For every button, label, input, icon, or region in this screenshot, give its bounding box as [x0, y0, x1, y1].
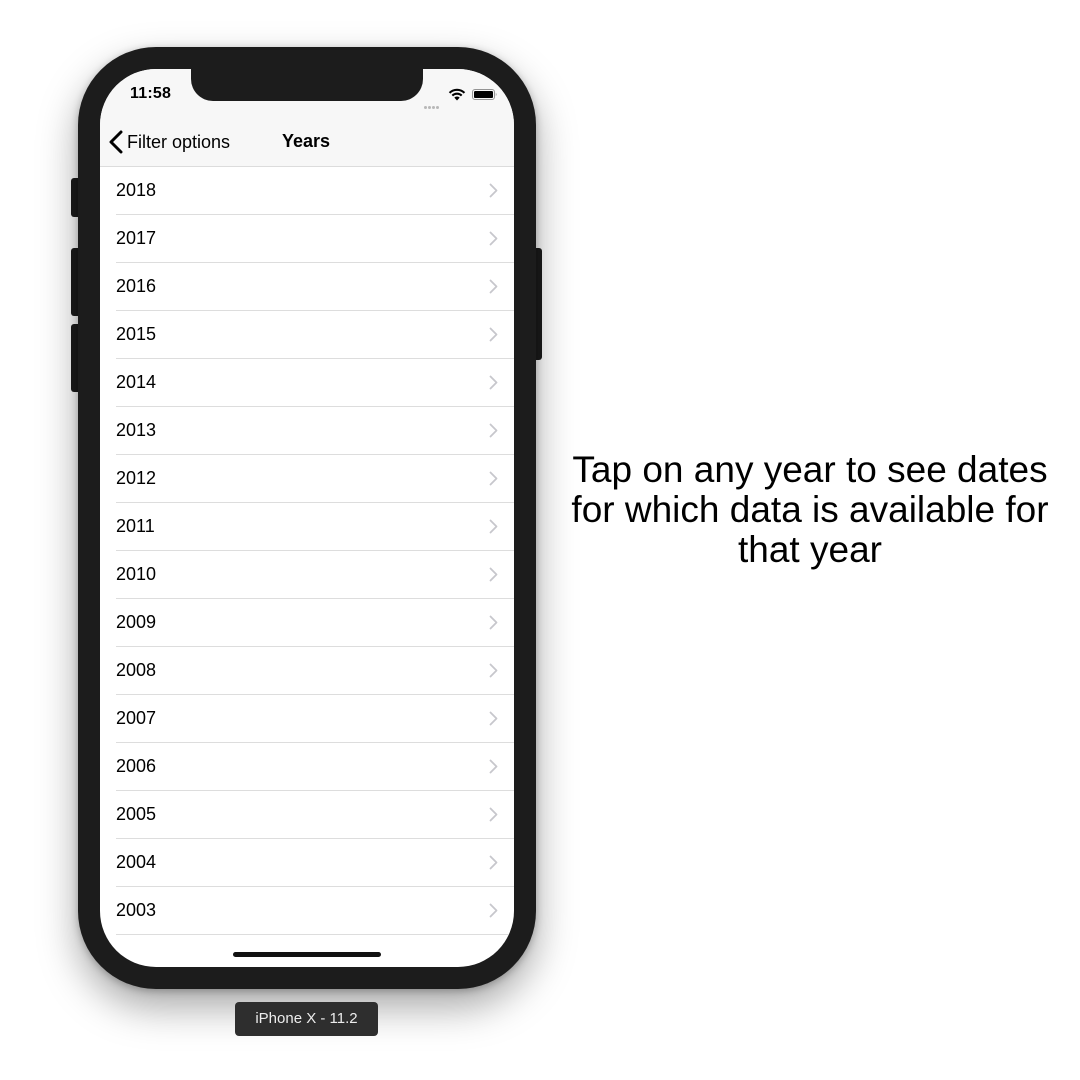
- signal-dots-icon: [424, 96, 444, 109]
- year-row-2004[interactable]: 2004: [116, 839, 514, 887]
- chevron-right-icon: [489, 231, 498, 246]
- battery-icon: [472, 89, 497, 100]
- year-label: 2005: [116, 804, 157, 824]
- chevron-right-icon: [489, 183, 498, 198]
- chevron-right-icon: [489, 711, 498, 726]
- chevron-right-icon: [489, 663, 498, 678]
- chevron-right-icon: [489, 423, 498, 438]
- year-row-2014[interactable]: 2014: [116, 359, 514, 407]
- year-row-2018[interactable]: 2018: [116, 167, 514, 215]
- year-label: 2007: [116, 708, 157, 728]
- year-label: 2010: [116, 564, 157, 584]
- year-label: 2009: [116, 612, 157, 632]
- year-row-2006[interactable]: 2006: [116, 743, 514, 791]
- page-title-text: Years: [281, 131, 331, 151]
- phone-screen: 11:58 Filter options Years 2018 2017 201…: [100, 69, 514, 967]
- chevron-right-icon: [489, 807, 498, 822]
- chevron-right-icon: [489, 375, 498, 390]
- chevron-right-icon: [489, 567, 498, 582]
- wifi-icon: [448, 88, 466, 101]
- year-label: 2011: [116, 516, 155, 536]
- home-indicator[interactable]: [233, 952, 381, 957]
- year-label: 2018: [116, 180, 157, 200]
- year-row-2012[interactable]: 2012: [116, 455, 514, 503]
- year-row-2008[interactable]: 2008: [116, 647, 514, 695]
- year-label: 2003: [116, 900, 157, 920]
- year-label: 2013: [116, 420, 157, 440]
- page-title: Years: [100, 131, 514, 152]
- status-bar: 11:58: [100, 69, 514, 119]
- year-row-2005[interactable]: 2005: [116, 791, 514, 839]
- status-time: 11:58: [130, 85, 172, 102]
- caption-line: for which data is available for: [571, 489, 1049, 530]
- chevron-right-icon: [489, 519, 498, 534]
- year-label: 2017: [116, 228, 157, 248]
- year-row-2009[interactable]: 2009: [116, 599, 514, 647]
- year-label: 2004: [116, 852, 157, 872]
- caption-text: Tap on any year to see dates for which d…: [540, 450, 1080, 570]
- chevron-right-icon: [489, 759, 498, 774]
- chevron-right-icon: [489, 327, 498, 342]
- year-row-2016[interactable]: 2016: [116, 263, 514, 311]
- chevron-right-icon: [489, 615, 498, 630]
- year-label: 2015: [116, 324, 157, 344]
- navigation-bar: Filter options Years: [100, 119, 514, 167]
- year-label: 2014: [116, 372, 157, 392]
- year-label: 2016: [116, 276, 157, 296]
- year-row-2010[interactable]: 2010: [116, 551, 514, 599]
- year-label: 2012: [116, 468, 157, 488]
- chevron-right-icon: [489, 903, 498, 918]
- notch: [191, 69, 423, 101]
- year-label: 2006: [116, 756, 157, 776]
- chevron-right-icon: [489, 855, 498, 870]
- chevron-right-icon: [489, 279, 498, 294]
- year-row-2007[interactable]: 2007: [116, 695, 514, 743]
- chevron-right-icon: [489, 471, 498, 486]
- year-list: 2018 2017 2016 2015 2014 2013 2012 2011 …: [100, 167, 514, 935]
- device-label: iPhone X - 11.2: [235, 1002, 378, 1036]
- year-row-2015[interactable]: 2015: [116, 311, 514, 359]
- caption-line: Tap on any year to see dates: [572, 449, 1048, 490]
- stage: 11:58 Filter options Years 2018 2017 201…: [0, 0, 1080, 1080]
- caption-line: that year: [738, 529, 882, 570]
- year-row-2011[interactable]: 2011: [116, 503, 514, 551]
- year-row-2017[interactable]: 2017: [116, 215, 514, 263]
- year-row-2013[interactable]: 2013: [116, 407, 514, 455]
- year-label: 2008: [116, 660, 157, 680]
- year-row-2003[interactable]: 2003: [116, 887, 514, 935]
